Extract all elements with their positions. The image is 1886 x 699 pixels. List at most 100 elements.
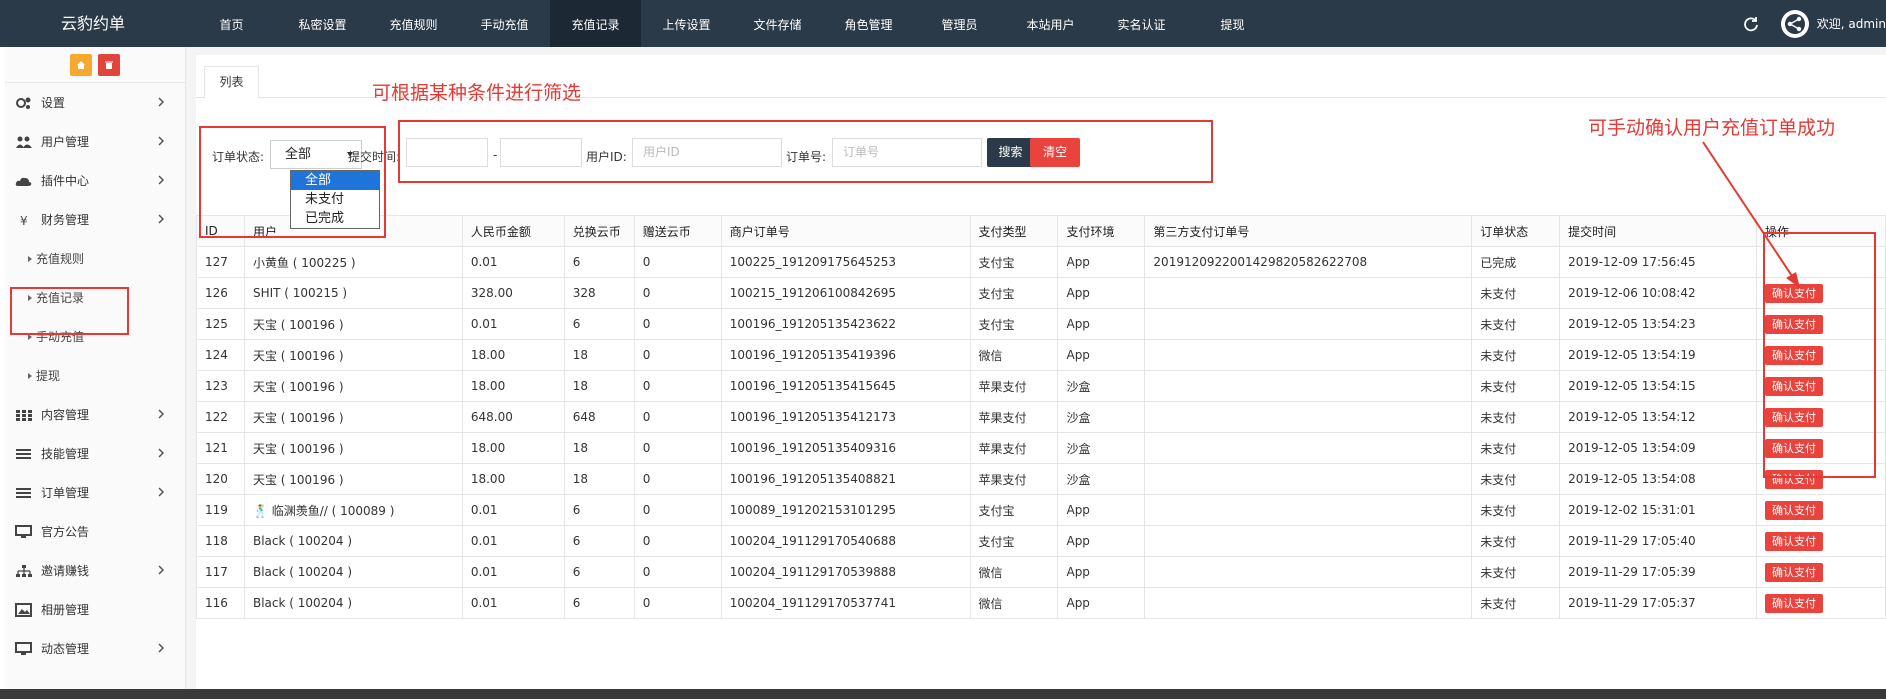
bottom-strip [0,689,1886,699]
table-cell: 支付宝 [969,494,1059,526]
table-cell: App [1057,277,1146,309]
sidebar-subitem-label: 提现 [36,369,61,383]
table-cell: 天宝 ( 100196 ) [243,432,463,464]
table-cell: 2019-12-09 17:56:45 [1559,246,1758,278]
users-icon [15,135,33,149]
table-row: 117 Black ( 100204 ) 0.01 6 0 100204_19112917… [196,556,1886,588]
top-right-area: 欢迎, admin [1743,0,1886,47]
confirm-payment-button[interactable]: 确认支付 [1765,562,1824,582]
svg-text:¥: ¥ [20,214,28,227]
nav-item[interactable]: 私密设置 [277,0,368,47]
avatar[interactable] [1780,9,1809,38]
table-cell: 0 [633,463,722,495]
sidebar-item[interactable]: 设置 [5,83,185,122]
sidebar-item[interactable]: 内容管理 [5,395,185,434]
table-cell: 0 [633,277,722,309]
sidebar-item[interactable]: 相册管理 [5,590,185,629]
table-cell: Black ( 100204 ) [243,525,463,557]
sidebar-item[interactable]: ¥ 财务管理 [5,200,185,239]
refresh-icon[interactable] [1743,16,1759,32]
sidebar-subitem[interactable]: 提现 [5,356,185,395]
chevron-right-icon [158,487,165,497]
nav-item[interactable]: 首页 [186,0,277,47]
table-cell: 0 [633,370,722,402]
delete-button[interactable] [98,53,120,76]
table-cell: 126 [196,277,245,309]
chevron-right-icon [158,409,165,419]
table-cell: 未支付 [1471,525,1561,557]
table-row: 125 天宝 ( 100196 ) 0.01 6 0 100196_19120513542… [196,308,1886,340]
table-cell: 确认支付 [1756,556,1886,588]
table-cell: 天宝 ( 100196 ) [243,463,463,495]
sidebar-item[interactable]: 订单管理 [5,473,185,512]
list-icon [15,486,33,500]
table-cell: 已完成 [1471,246,1561,278]
table-cell: 天宝 ( 100196 ) [243,308,463,340]
nav-item[interactable]: 提现 [1187,0,1278,47]
table-cell: 100215_191206100842695 [720,277,971,309]
table-cell: 微信 [969,587,1059,619]
table-cell [1144,494,1473,526]
sidebar-item[interactable]: 邀请赚钱 [5,551,185,590]
home-button[interactable] [70,53,92,76]
grid-icon [15,408,33,422]
table-cell: 微信 [969,339,1059,371]
table-cell: 18 [563,370,635,402]
chevron-right-icon [158,448,165,458]
sidebar-item-label: 相册管理 [41,603,90,617]
table-cell: 2019-12-05 13:54:12 [1559,401,1758,433]
table-cell: 沙盒 [1057,370,1146,402]
table-cell: 100204_191129170537741 [720,587,971,619]
column-header: 订单状态 [1471,215,1561,247]
sidebar-subitem[interactable]: 充值规则 [5,239,185,278]
annotation-box-status [199,126,386,238]
nav-item[interactable]: 上传设置 [641,0,732,47]
app-title[interactable]: 云豹约单 [0,0,186,47]
table-cell: 苹果支付 [969,463,1059,495]
nav-item[interactable]: 管理员 [914,0,1005,47]
table-cell [1144,463,1473,495]
sidebar-item[interactable]: 插件中心 [5,161,185,200]
table-cell: 125 [196,308,245,340]
nav-item[interactable]: 文件存储 [732,0,823,47]
confirm-payment-button[interactable]: 确认支付 [1765,593,1824,613]
column-header: 赠送云币 [633,215,722,247]
tab-list[interactable]: 列表 [204,66,259,99]
table-cell: 未支付 [1471,556,1561,588]
table-cell [1144,277,1473,309]
records-table: ID 用户 人民币金额 兑换云币 赠送云币 商户订单号 支付类型 支付环境 第三方支付订单号 订单… [196,215,1886,619]
table-cell [1144,525,1473,557]
nav-item[interactable]: 实名认证 [1096,0,1187,47]
sidebar-item[interactable]: 技能管理 [5,434,185,473]
confirm-payment-button[interactable]: 确认支付 [1765,531,1824,551]
sidebar-item[interactable]: 用户管理 [5,122,185,161]
nav-item[interactable]: 手动充值 [459,0,550,47]
table-cell: 127 [196,246,245,278]
table-cell: 18 [563,339,635,371]
table-cell: 6 [563,308,635,340]
nav-item[interactable]: 角色管理 [823,0,914,47]
sidebar-item[interactable]: 动态管理 [5,629,185,668]
confirm-payment-button[interactable]: 确认支付 [1765,500,1824,520]
table-row: 116 Black ( 100204 ) 0.01 6 0 100204_19112917… [196,587,1886,619]
table-cell: 100196_191205135415645 [720,370,971,402]
table-cell: 124 [196,339,245,371]
nav-item[interactable]: 充值记录 [550,0,641,47]
table-cell: 18.00 [461,339,565,371]
column-header: 商户订单号 [720,215,971,247]
chevron-right-icon [158,643,165,653]
table-cell: 2019-11-29 17:05:40 [1559,525,1758,557]
column-header: 提交时间 [1559,215,1758,247]
nav-item[interactable]: 本站用户 [1005,0,1096,47]
nav-item[interactable]: 充值规则 [368,0,459,47]
table-cell: 0 [633,525,722,557]
table-cell: 0.01 [461,246,565,278]
table-cell: 18 [563,432,635,464]
sidebar-item[interactable]: 官方公告 [5,512,185,551]
table-header: ID 用户 人民币金额 兑换云币 赠送云币 商户订单号 支付类型 支付环境 第三方支付订单号 订单… [196,215,1886,247]
welcome-text[interactable]: 欢迎, admin [1817,15,1886,32]
table-cell [1144,308,1473,340]
sidebar-item-label: 插件中心 [41,174,90,188]
sidebar-actions [5,47,185,83]
table-cell: 天宝 ( 100196 ) [243,339,463,371]
